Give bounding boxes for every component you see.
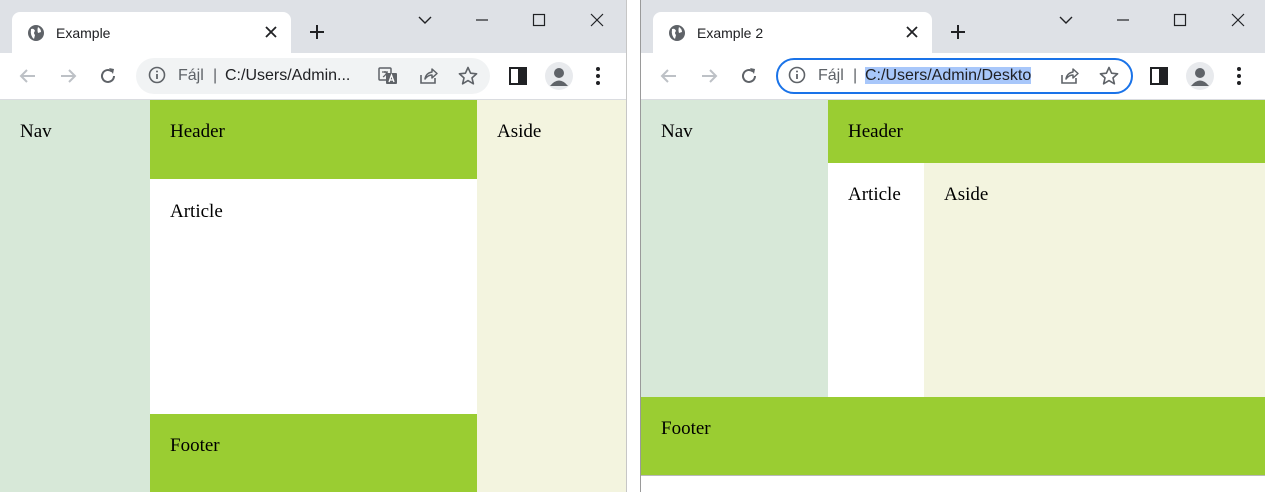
url-text-selected[interactable]: C:/Users/Admin/Deskto	[865, 66, 1049, 86]
close-icon[interactable]	[905, 25, 919, 39]
forward-arrow-icon[interactable]	[698, 65, 720, 87]
aside-region: Aside	[477, 100, 626, 492]
profile-icon[interactable]	[1186, 62, 1214, 90]
footer-region: Footer	[641, 397, 1265, 475]
chevron-down-icon[interactable]	[1054, 8, 1078, 32]
side-panel-icon[interactable]	[1148, 65, 1170, 87]
forward-arrow-icon[interactable]	[57, 65, 79, 87]
kebab-menu-icon[interactable]	[587, 65, 609, 87]
nav-region: Nav	[0, 100, 150, 492]
header-region: Header	[828, 100, 1265, 163]
nav-label: Nav	[20, 121, 52, 142]
header-label: Header	[170, 121, 225, 142]
footer-label: Footer	[170, 435, 220, 456]
nav-region: Nav	[641, 100, 828, 397]
aside-label: Aside	[944, 184, 989, 205]
close-window-icon[interactable]	[1226, 8, 1250, 32]
tab-example-2[interactable]: Example 2	[653, 12, 932, 53]
side-panel-icon[interactable]	[507, 65, 529, 87]
nav-label: Nav	[661, 121, 693, 142]
chevron-down-icon[interactable]	[413, 8, 437, 32]
share-icon[interactable]	[1058, 65, 1080, 87]
back-arrow-icon[interactable]	[17, 65, 39, 87]
article-region: Article	[828, 163, 924, 397]
url-scheme: Fájl	[178, 67, 204, 84]
header-region: Header	[150, 100, 477, 179]
reload-icon[interactable]	[738, 65, 760, 87]
aside-label: Aside	[497, 121, 542, 142]
minimize-icon[interactable]	[470, 8, 494, 32]
url-separator: |	[853, 67, 858, 84]
article-region: Article	[150, 179, 477, 414]
tab-strip: Example	[0, 0, 626, 53]
translate-icon[interactable]	[377, 65, 399, 87]
reload-icon[interactable]	[97, 65, 119, 87]
close-icon[interactable]	[264, 25, 278, 39]
aside-region: Aside	[924, 163, 1265, 397]
footer-region: Footer	[150, 414, 477, 492]
maximize-icon[interactable]	[1168, 8, 1192, 32]
page-content: Nav Header Article Aside Footer	[641, 100, 1265, 492]
header-label: Header	[848, 121, 903, 142]
share-icon[interactable]	[417, 65, 439, 87]
address-bar[interactable]: Fájl | C:/Users/Admin...	[136, 58, 490, 94]
tab-title: Example	[56, 25, 111, 41]
browser-window-example-2: Example 2 Fájl | C:/Users/Admin/Deskto N…	[640, 0, 1265, 492]
page-bottom-area	[641, 475, 1265, 492]
footer-label: Footer	[661, 418, 711, 439]
plus-icon[interactable]	[307, 22, 327, 42]
toolbar: Fájl | C:/Users/Admin/Deskto	[641, 53, 1265, 100]
article-label: Article	[848, 184, 901, 205]
kebab-menu-icon[interactable]	[1228, 65, 1250, 87]
tab-strip: Example 2	[641, 0, 1265, 53]
globe-icon	[28, 25, 44, 41]
browser-window-example: Example Fájl | C:/Users/Admin... Nav Hea…	[0, 0, 627, 492]
back-arrow-icon[interactable]	[658, 65, 680, 87]
url-text[interactable]: C:/Users/Admin...	[225, 66, 365, 86]
star-icon[interactable]	[457, 65, 479, 87]
tab-title: Example 2	[697, 25, 764, 41]
close-window-icon[interactable]	[585, 8, 609, 32]
toolbar: Fájl | C:/Users/Admin...	[0, 53, 626, 100]
address-bar[interactable]: Fájl | C:/Users/Admin/Deskto	[776, 58, 1133, 94]
url-scheme: Fájl	[818, 67, 844, 84]
info-icon[interactable]	[148, 66, 166, 84]
info-icon[interactable]	[788, 66, 806, 84]
profile-icon[interactable]	[545, 62, 573, 90]
maximize-icon[interactable]	[527, 8, 551, 32]
url-separator: |	[213, 67, 218, 84]
globe-icon	[669, 25, 685, 41]
tab-example[interactable]: Example	[12, 12, 291, 53]
minimize-icon[interactable]	[1111, 8, 1135, 32]
plus-icon[interactable]	[948, 22, 968, 42]
page-content: Nav Header Article Footer Aside	[0, 100, 626, 492]
article-label: Article	[170, 201, 223, 222]
star-icon[interactable]	[1098, 65, 1120, 87]
